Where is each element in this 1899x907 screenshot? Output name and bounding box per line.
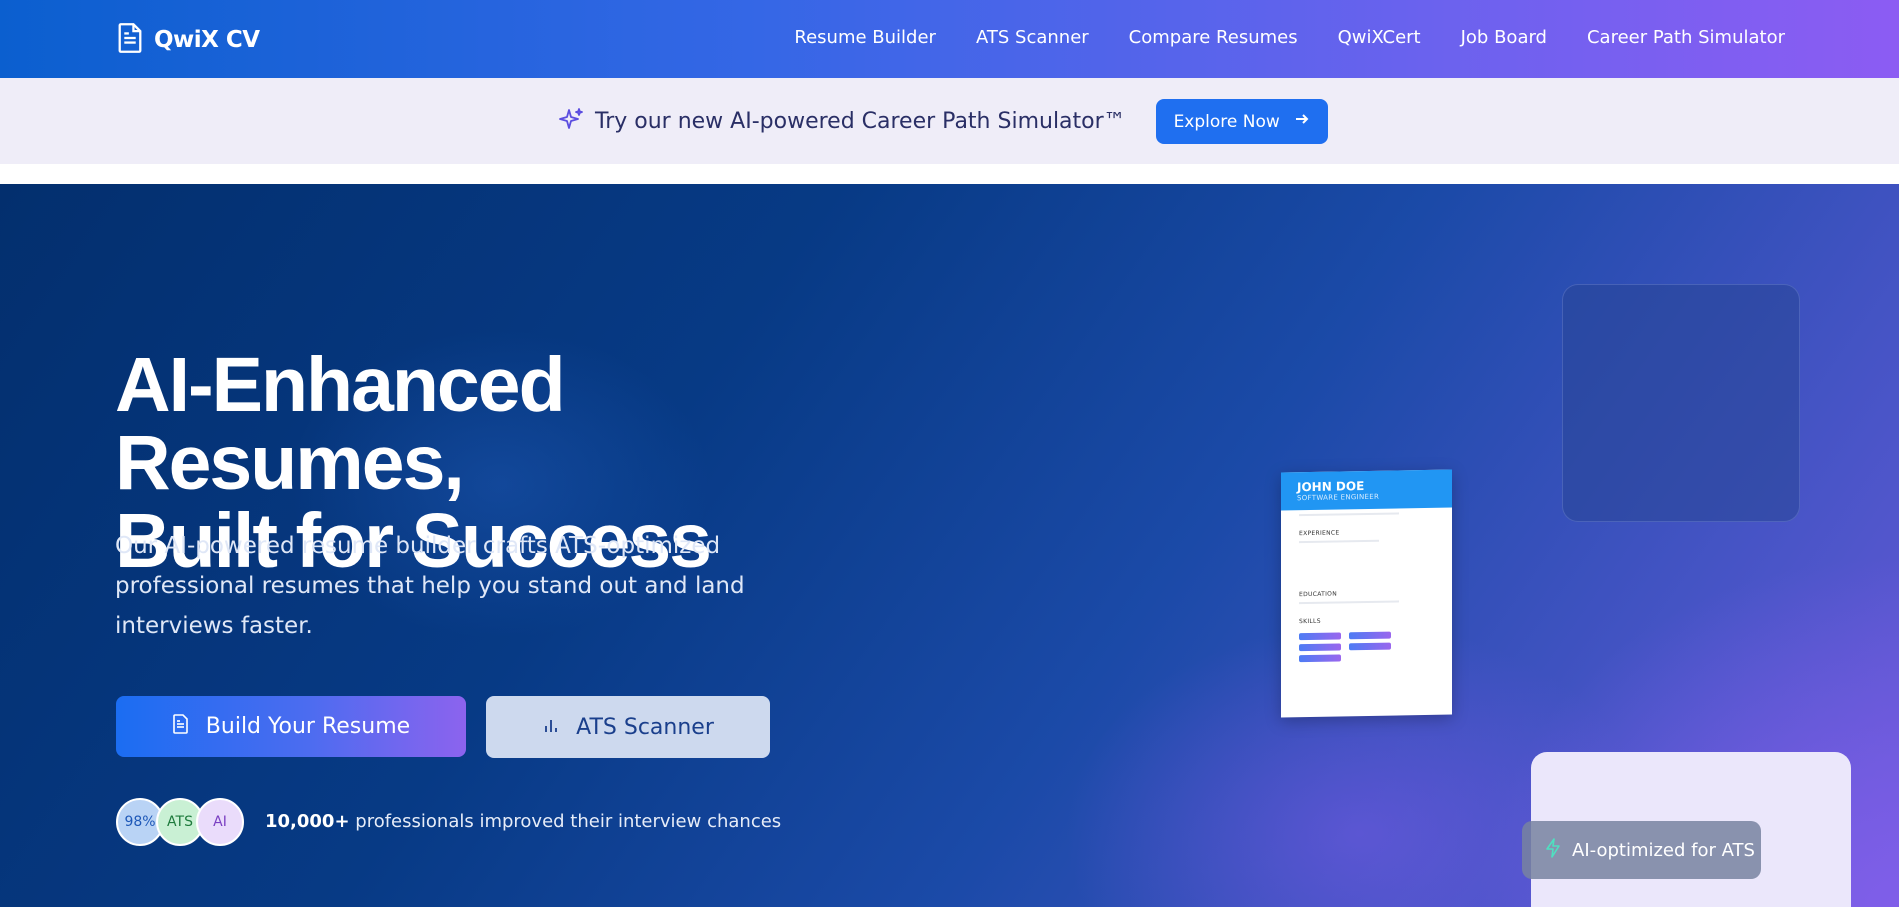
bar-chart-icon	[542, 715, 560, 740]
proof-text: professionals improved their interview c…	[355, 811, 782, 832]
social-proof: 10,000+ professionals improved their int…	[265, 811, 781, 832]
nav-link-resume-builder[interactable]: Resume Builder	[794, 27, 936, 48]
ai-optimized-badge: AI-optimized for ATS	[1522, 821, 1761, 879]
top-navbar: QwiX CV Resume Builder ATS Scanner Compa…	[0, 0, 1899, 78]
badge-group: 98% ATS AI	[116, 798, 244, 846]
resume-skill-chips	[1299, 631, 1440, 663]
arrow-right-icon	[1294, 111, 1310, 132]
nav-link-job-board[interactable]: Job Board	[1461, 27, 1547, 48]
resume-preview: JOHN DOE SOFTWARE ENGINEER EXPERIENCE ED…	[1281, 469, 1452, 718]
sparkle-icon	[557, 106, 585, 138]
proof-count: 10,000+	[265, 811, 350, 832]
explore-now-label: Explore Now	[1173, 111, 1280, 132]
badge-ai: AI	[196, 798, 244, 846]
explore-now-button[interactable]: Explore Now	[1155, 99, 1328, 144]
document-icon	[172, 713, 190, 740]
promo-text: Try our new AI-powered Career Path Simul…	[595, 109, 1126, 134]
ats-scanner-label: ATS Scanner	[576, 714, 714, 740]
nav-links: Resume Builder ATS Scanner Compare Resum…	[754, 27, 1785, 48]
nav-link-compare-resumes[interactable]: Compare Resumes	[1129, 27, 1298, 48]
decorative-card	[1562, 284, 1800, 522]
promo-banner: Try our new AI-powered Career Path Simul…	[0, 78, 1899, 164]
resume-section-experience: EXPERIENCE	[1299, 529, 1340, 538]
ai-optimized-label: AI-optimized for ATS	[1572, 839, 1755, 861]
lightning-icon	[1544, 837, 1562, 863]
nav-link-career-path-simulator[interactable]: Career Path Simulator	[1587, 27, 1785, 48]
brand-name: QwiX CV	[154, 27, 260, 53]
resume-header: JOHN DOE SOFTWARE ENGINEER	[1281, 469, 1452, 511]
build-resume-button[interactable]: Build Your Resume	[116, 696, 466, 757]
hero-section: AI-Enhanced Resumes, Built for Success O…	[0, 184, 1899, 907]
resume-section-education: EDUCATION	[1299, 590, 1337, 599]
resume-section-skills: SKILLS	[1299, 617, 1321, 626]
resume-title: SOFTWARE ENGINEER	[1297, 492, 1380, 503]
ats-scanner-button[interactable]: ATS Scanner	[486, 696, 770, 758]
nav-link-ats-scanner[interactable]: ATS Scanner	[976, 27, 1089, 48]
nav-link-qwixcert[interactable]: QwiXCert	[1338, 27, 1421, 48]
hero-title-line1: AI-Enhanced Resumes,	[115, 342, 566, 506]
build-resume-label: Build Your Resume	[205, 714, 411, 739]
hero-subtitle: Our AI-powered resume builder crafts ATS…	[115, 533, 745, 639]
brand-logo[interactable]: QwiX CV	[116, 22, 260, 58]
document-icon	[116, 22, 144, 58]
